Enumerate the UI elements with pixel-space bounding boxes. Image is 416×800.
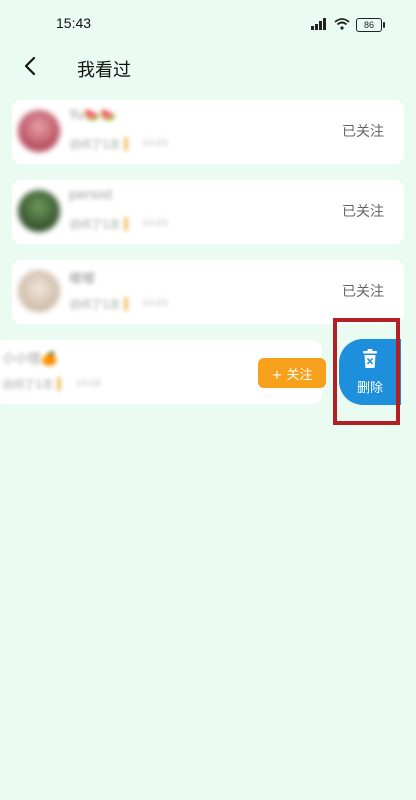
visit-info: 访问了1次 10:00 (69, 217, 168, 231)
status-icons: 86 (310, 15, 385, 34)
page-title: 我看过 (77, 60, 131, 81)
header: 我看过 (0, 44, 416, 92)
avatar (18, 270, 60, 312)
avatar (18, 110, 60, 152)
battery-icon: 86 (356, 17, 385, 32)
visit-info: 访问了1次 10:00 (69, 297, 168, 311)
list-item[interactable]: persist 访问了1次 10:00 已关注 (12, 180, 404, 244)
user-name: persist (69, 188, 113, 203)
user-name: 嘟嘟 (69, 272, 96, 287)
trash-icon (361, 348, 379, 373)
visit-info: 访问了1次 10:00 (2, 377, 101, 391)
list-item[interactable]: 嘟嘟 访问了1次 10:00 已关注 (12, 260, 404, 324)
wifi-icon (334, 15, 350, 34)
follow-status[interactable]: 已关注 (342, 281, 384, 301)
follow-status[interactable]: 已关注 (342, 121, 384, 141)
delete-label: 删除 (356, 380, 383, 396)
follow-status[interactable]: 已关注 (342, 201, 384, 221)
back-button[interactable] (14, 52, 46, 84)
list-item[interactable]: Yu🍉🍉 访问了1次 10:00 已关注 (12, 100, 404, 164)
visit-info: 访问了1次 10:00 (69, 137, 168, 151)
chevron-left-icon (22, 56, 38, 80)
status-bar: 15:43 86 (0, 0, 416, 44)
avatar (18, 190, 60, 232)
user-name: Yu🍉🍉 (69, 108, 117, 123)
user-name: 小小怪🍊 (2, 352, 58, 367)
status-time: 15:43 (56, 15, 92, 31)
follow-button[interactable]: + 关注 (258, 358, 326, 388)
delete-button[interactable]: 删除 (339, 339, 401, 405)
signal-icon (310, 15, 328, 34)
